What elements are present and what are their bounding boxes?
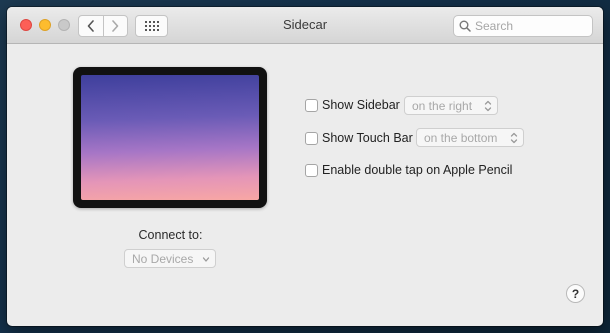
connect-to-value: No Devices — [132, 251, 194, 266]
show-touch-bar-label[interactable]: Show Touch Bar — [322, 131, 413, 145]
connect-to-label: Connect to: — [138, 228, 203, 242]
show-sidebar-label[interactable]: Show Sidebar — [322, 98, 400, 112]
search-input[interactable] — [475, 19, 585, 33]
sidebar-position-popup[interactable]: on the right — [404, 96, 498, 115]
chevron-down-icon — [202, 257, 210, 262]
help-button[interactable]: ? — [566, 284, 585, 303]
show-sidebar-checkbox[interactable] — [305, 98, 318, 112]
show-touch-bar-row: Show Touch Bar — [305, 131, 413, 145]
apple-pencil-double-tap-row: Enable double tap on Apple Pencil — [305, 163, 512, 177]
sidebar-position-value: on the right — [412, 98, 473, 113]
show-touch-bar-checkbox[interactable] — [305, 131, 318, 145]
ipad-illustration — [73, 67, 267, 208]
title-bar: Sidecar — [7, 7, 603, 44]
connect-to-popup[interactable]: No Devices — [124, 249, 216, 268]
search-icon — [459, 20, 471, 32]
up-down-chevron-icon — [484, 100, 492, 112]
up-down-chevron-icon — [510, 132, 518, 144]
apple-pencil-double-tap-label[interactable]: Enable double tap on Apple Pencil — [322, 163, 512, 177]
show-sidebar-row: Show Sidebar — [305, 98, 400, 112]
touch-bar-position-value: on the bottom — [424, 130, 498, 145]
preferences-window: Sidecar Connect to: No Devices Show Side… — [7, 7, 603, 326]
apple-pencil-double-tap-checkbox[interactable] — [305, 163, 318, 177]
ipad-screen — [81, 75, 259, 200]
search-field[interactable] — [453, 15, 593, 37]
touch-bar-position-popup[interactable]: on the bottom — [416, 128, 524, 147]
